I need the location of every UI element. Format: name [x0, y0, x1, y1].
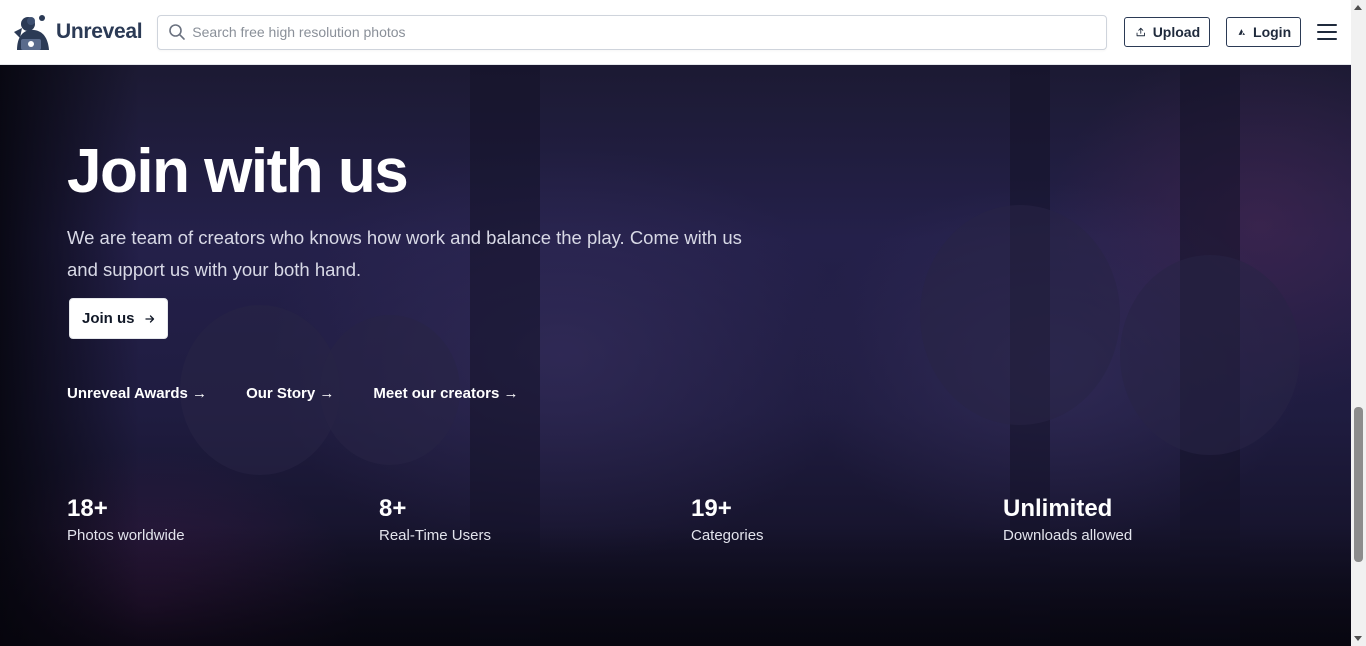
search-input[interactable]	[192, 15, 1107, 49]
stat-photos: 18+ Photos worldwide	[67, 495, 185, 544]
login-logo-icon	[1238, 29, 1246, 35]
unreveal-awards-link[interactable]: Unreveal Awards →	[67, 385, 207, 402]
search-icon	[169, 24, 186, 40]
search-bar[interactable]	[157, 14, 1108, 50]
scroll-down-arrow-icon[interactable]	[1354, 636, 1362, 641]
stat-value: Unlimited	[1003, 495, 1113, 522]
brand-name: Unreveal	[56, 20, 143, 43]
stat-users: 8+ Real-Time Users	[379, 495, 491, 544]
stat-categories: 19+ Categories	[691, 495, 764, 544]
upload-label: Upload	[1152, 24, 1201, 40]
hero-subtitle: We are team of creators who knows how wo…	[67, 227, 742, 280]
brand-logo[interactable]: Unreveal	[12, 12, 143, 52]
our-story-link[interactable]: Our Story →	[246, 385, 334, 402]
background-person	[1120, 255, 1300, 455]
stat-label: Categories	[691, 527, 764, 544]
join-us-label: Join us	[82, 310, 135, 327]
top-navbar: Unreveal Upload Login	[0, 0, 1351, 65]
stat-label: Photos worldwide	[67, 527, 185, 544]
stat-value: 8+	[379, 495, 407, 522]
scroll-up-arrow-icon[interactable]	[1354, 5, 1362, 10]
page-scrollbar[interactable]	[1351, 0, 1366, 646]
stat-label: Downloads allowed	[1003, 527, 1133, 544]
upload-icon	[1136, 27, 1146, 37]
stat-value: 19+	[691, 495, 732, 522]
stat-downloads: Unlimited Downloads allowed	[1003, 495, 1132, 544]
hero-links: Unreveal Awards → Our Story → Meet our c…	[67, 385, 518, 402]
stat-label: Real-Time Users	[379, 527, 491, 544]
arrow-right-icon	[144, 314, 154, 323]
unreveal-mascot-icon	[14, 15, 49, 50]
background-shade	[0, 526, 1351, 646]
scrollbar-thumb[interactable]	[1354, 407, 1363, 562]
login-label: Login	[1253, 24, 1292, 40]
login-button[interactable]: Login	[1226, 17, 1302, 47]
hamburger-menu-icon[interactable]	[1315, 20, 1339, 44]
meet-creators-link[interactable]: Meet our creators →	[373, 385, 518, 402]
background-person	[920, 205, 1120, 425]
join-us-button[interactable]: Join us	[69, 298, 168, 339]
hero-title: Join with us	[67, 137, 409, 206]
stat-value: 18+	[67, 495, 108, 522]
upload-button[interactable]: Upload	[1124, 17, 1211, 47]
join-hero-section: Join with us We are team of creators who…	[0, 65, 1351, 646]
